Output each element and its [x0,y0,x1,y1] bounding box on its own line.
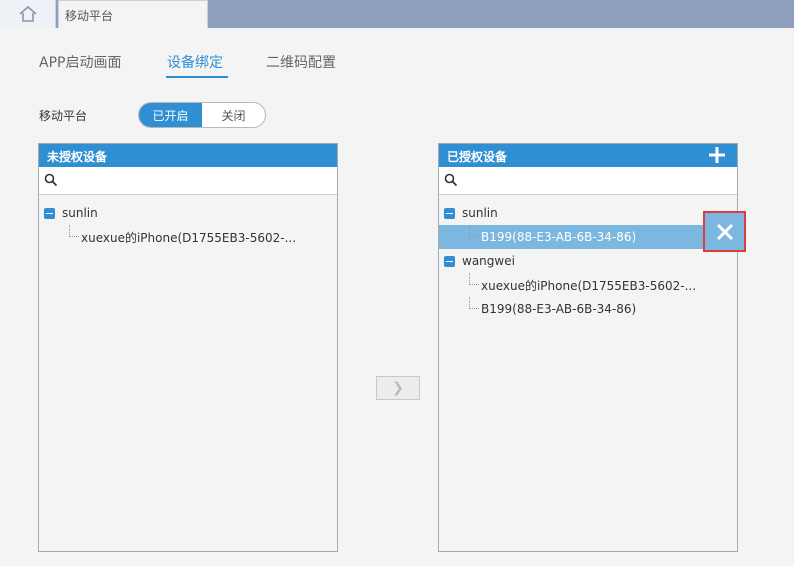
toggle-on-option[interactable]: 已开启 [139,103,202,127]
chevron-right-icon: ❯ [392,380,404,396]
tree-node-user[interactable]: sunlin [39,201,337,225]
user-label: wangwei [462,254,515,268]
device-tree: sunlin B199(88-E3-AB-6B-34-86) wangwei x… [439,195,737,321]
search-input[interactable] [439,167,737,195]
user-label: sunlin [62,206,98,220]
tree-node-device[interactable]: xuexue的iPhone(D1755EB3-5602-... [39,225,337,249]
collapse-icon[interactable] [444,255,455,267]
device-label: xuexue的iPhone(D1755EB3-5602-... [481,278,697,293]
plus-icon[interactable] [707,145,727,165]
unauthorized-devices-panel: 未授权设备 sunlin xuexue的iPhone(D1755EB3-5602… [38,143,338,552]
device-label: xuexue的iPhone(D1755EB3-5602-... [81,230,297,245]
close-icon [716,223,733,240]
tree-node-user[interactable]: wangwei [439,249,737,273]
authorized-devices-panel: 已授权设备 sunlin B199(88-E3-AB-6B-34-86) wan… [438,143,738,552]
move-to-authorized-button[interactable]: ❯ [376,376,420,400]
top-tab-bar: 移动平台 [0,0,794,28]
tab-qrcode-config[interactable]: 二维码配置 [266,52,336,72]
device-tree: sunlin xuexue的iPhone(D1755EB3-5602-... [39,195,337,249]
collapse-icon[interactable] [444,207,455,219]
device-label: B199(88-E3-AB-6B-34-86) [481,302,637,316]
search-icon [444,173,458,187]
tree-node-device[interactable]: xuexue的iPhone(D1755EB3-5602-... [439,273,737,297]
tree-node-user[interactable]: sunlin [439,201,737,225]
tree-connector [469,225,479,237]
tree-connector [469,273,479,285]
search-input[interactable] [39,167,337,195]
active-tab-underline [166,76,228,78]
collapse-icon[interactable] [44,207,55,219]
platform-toggle[interactable]: 已开启 关闭 [138,102,266,128]
panel-title-text: 已授权设备 [447,150,508,164]
remove-device-button[interactable] [703,211,746,252]
tree-node-device[interactable]: B199(88-E3-AB-6B-34-86) [439,297,737,321]
tab-device-binding[interactable]: 设备绑定 [167,52,223,72]
user-label: sunlin [462,206,498,220]
tree-connector [469,297,479,309]
device-label: B199(88-E3-AB-6B-34-86) [481,230,637,244]
tree-connector [69,225,79,237]
search-icon [44,173,58,187]
tab-app-splash[interactable]: APP启动画面 [39,52,121,72]
home-tab[interactable] [0,0,56,28]
platform-label: 移动平台 [39,109,88,123]
panel-title: 已授权设备 [439,144,737,167]
panel-title: 未授权设备 [39,144,337,167]
tab-mobile-platform[interactable]: 移动平台 [58,0,208,28]
toggle-off-option[interactable]: 关闭 [202,103,265,127]
tab-label: 移动平台 [65,9,114,23]
tree-node-device-selected[interactable]: B199(88-E3-AB-6B-34-86) [439,225,737,249]
home-icon [18,5,37,22]
